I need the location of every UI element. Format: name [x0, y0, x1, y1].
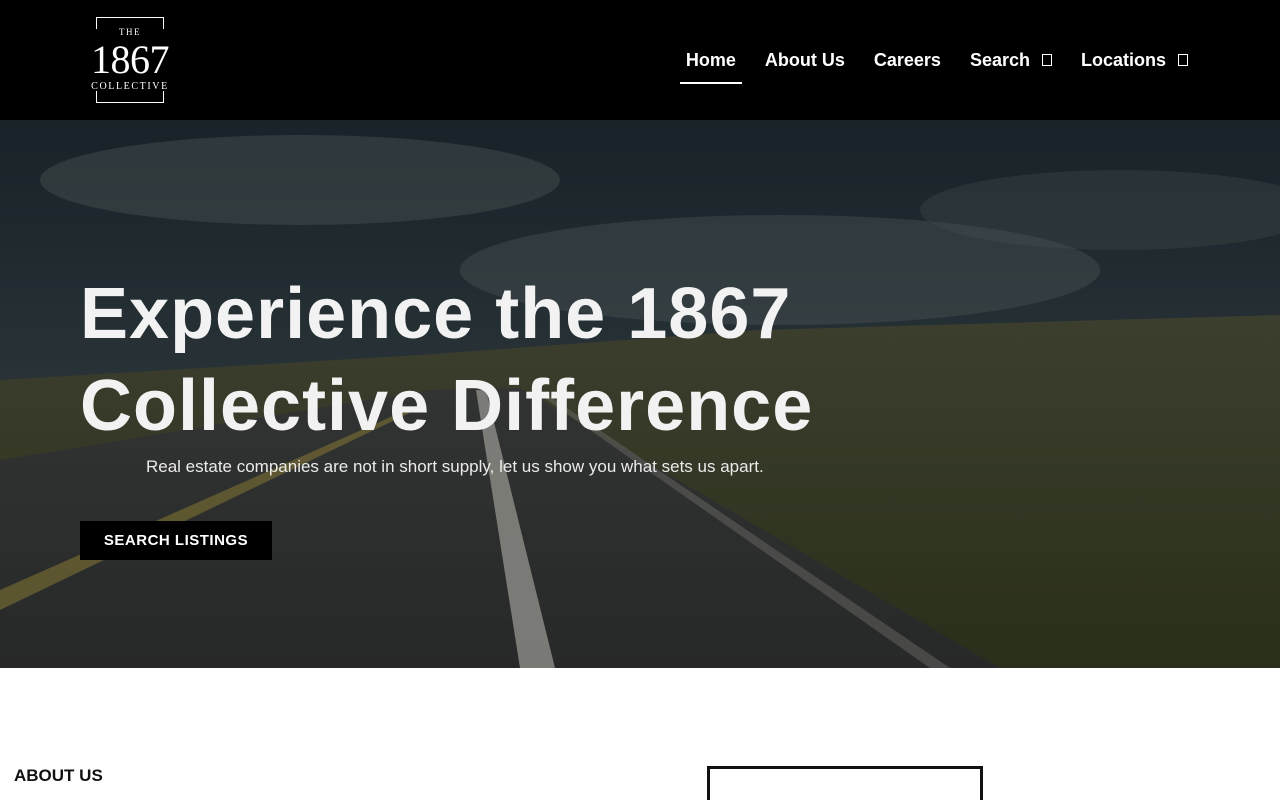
nav-home-label: Home — [685, 49, 736, 70]
main-nav: Home About Us Careers Search Locations — [663, 0, 1194, 120]
nav-careers[interactable]: Careers — [868, 38, 947, 82]
hero-title: Experience the 1867 Collective Differenc… — [80, 268, 980, 452]
nav-about-us-label: About Us — [764, 49, 845, 70]
hero-title-line-2: Collective Difference — [80, 366, 814, 446]
logo-number: 1867 — [91, 37, 170, 82]
chevron-down-icon[interactable] — [1178, 54, 1188, 66]
site-header: THE 1867 COLLECTIVE Home About Us Career… — [0, 0, 1280, 120]
nav-about-us[interactable]: About Us — [759, 38, 851, 82]
logo-bracket-bottom — [96, 91, 164, 103]
logo[interactable]: THE 1867 COLLECTIVE — [84, 16, 176, 104]
hero-section: Experience the 1867 Collective Differenc… — [0, 120, 1280, 668]
hero-title-line-1: Experience the 1867 — [80, 274, 792, 354]
chevron-down-icon[interactable] — [1041, 54, 1052, 66]
about-kicker: ABOUT US — [14, 766, 103, 785]
about-image-frame — [707, 766, 983, 800]
nav-locations-label: Locations — [1080, 49, 1166, 70]
nav-search[interactable]: Search — [964, 38, 1058, 82]
logo-top-text: THE — [119, 27, 141, 37]
nav-locations[interactable]: Locations — [1075, 38, 1194, 82]
search-listings-button[interactable]: SEARCH LISTINGS — [80, 521, 272, 560]
nav-careers-label: Careers — [873, 49, 941, 70]
hero-subtitle: Real estate companies are not in short s… — [146, 457, 764, 476]
nav-home[interactable]: Home — [679, 38, 742, 84]
nav-search-label: Search — [969, 49, 1030, 70]
